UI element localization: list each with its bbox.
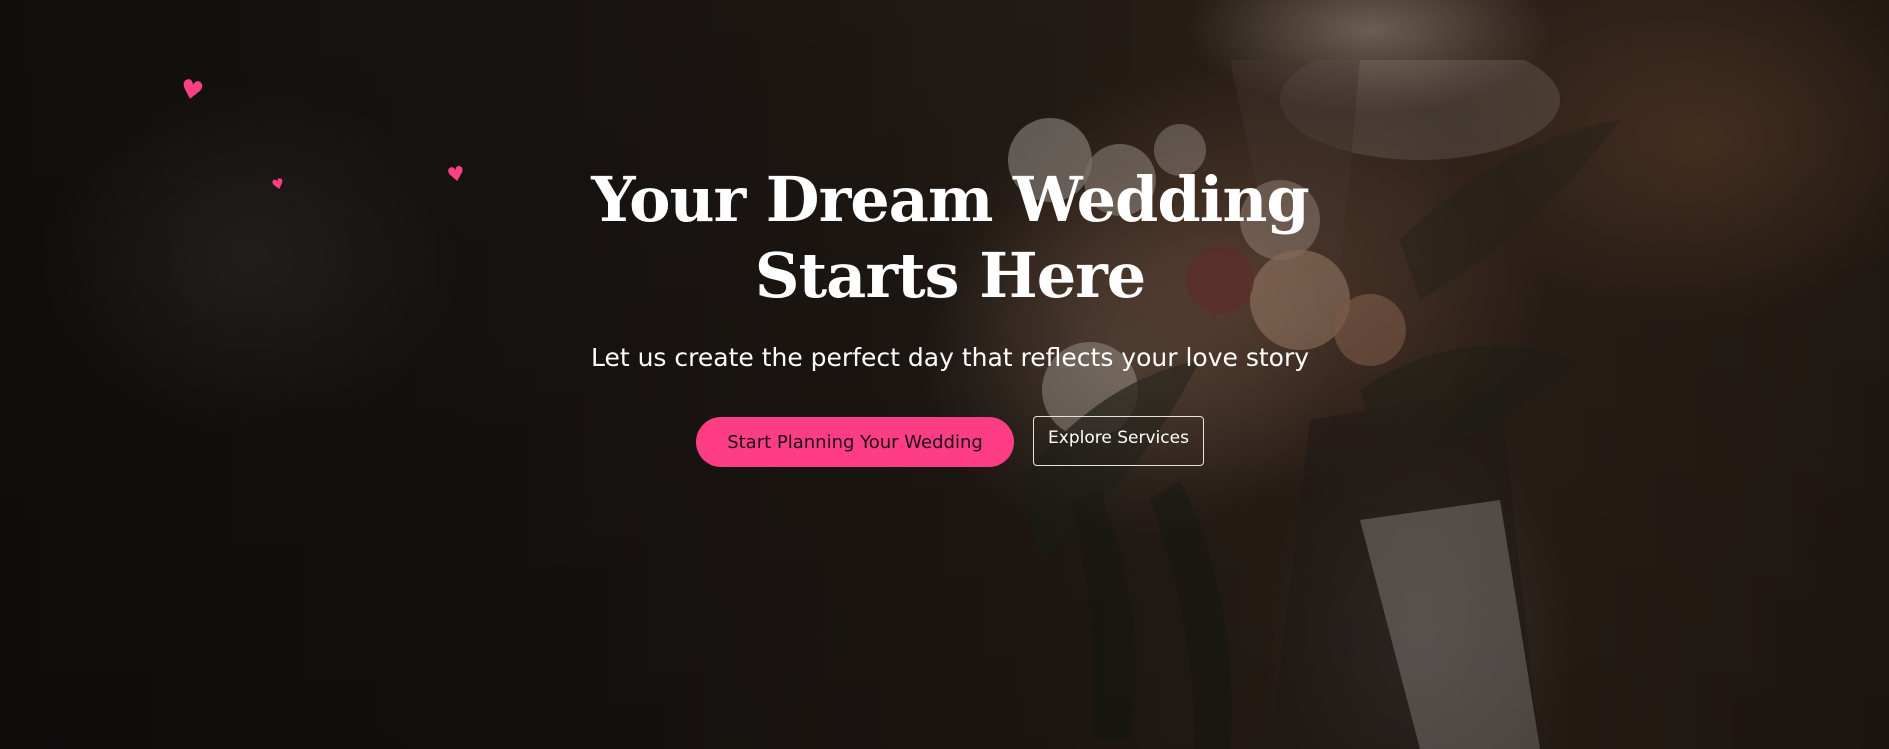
- hero-title: Your Dream Wedding Starts Here: [591, 163, 1310, 312]
- start-planning-button[interactable]: Start Planning Your Wedding: [696, 417, 1014, 467]
- explore-services-button[interactable]: Explore Services: [1033, 416, 1204, 466]
- heart-icon: ♥: [445, 160, 467, 188]
- hero-subtitle: Let us create the perfect day that refle…: [590, 343, 1310, 372]
- hero-section: ♥ ♥ ♥ Your Dream Wedding Starts Here Let…: [0, 0, 1889, 749]
